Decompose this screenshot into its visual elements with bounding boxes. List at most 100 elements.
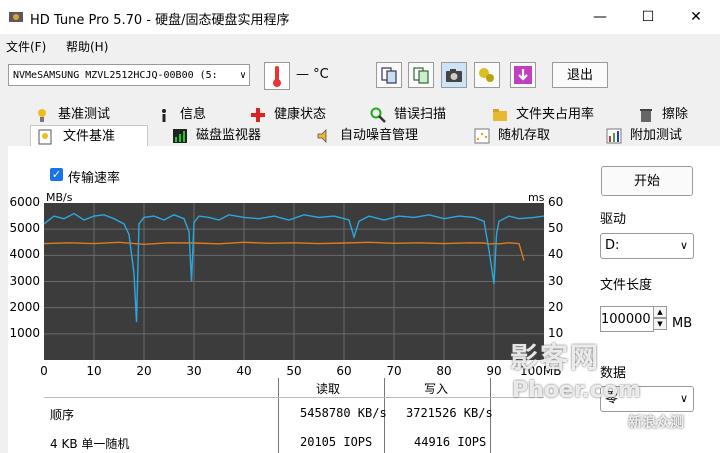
app-icon xyxy=(9,12,23,22)
x-tick: 20 xyxy=(136,364,152,378)
drive-combo[interactable]: D: ∨ xyxy=(600,233,694,259)
x-tick: 50 xyxy=(286,364,302,378)
x-tick: 60 xyxy=(336,364,352,378)
file-length-input[interactable]: 100000 xyxy=(600,306,654,332)
tab-file-benchmark[interactable]: 文件基准 xyxy=(30,125,148,147)
tab-disk-monitor[interactable]: 磁盘监视器 xyxy=(172,125,282,147)
x-tick: 90 xyxy=(486,364,502,378)
tab-health[interactable]: 健康状态 xyxy=(250,104,360,126)
y-right-tick: 20 xyxy=(548,299,564,314)
disk-monitor-icon xyxy=(173,129,187,143)
tab-error-scan-label: 错误扫描 xyxy=(394,107,447,122)
copy-text-button[interactable] xyxy=(408,62,434,88)
chevron-down-icon: ∨ xyxy=(679,392,688,405)
tab-aam[interactable]: 自动噪音管理 xyxy=(316,125,446,147)
file-length-unit: MB xyxy=(672,316,693,331)
extra-tests-icon xyxy=(606,128,622,144)
tab-folder-usage[interactable]: 文件夹占用率 xyxy=(492,104,612,126)
close-button[interactable]: ✕ xyxy=(676,6,716,28)
x-tick: 30 xyxy=(186,364,202,378)
title-bar: HD Tune Pro 5.70 - 硬盘/固态硬盘实用程序 — ☐ ✕ xyxy=(0,0,720,34)
tabs-row-2: 文件基准 磁盘监视器 自动噪音管理 随机存取 附加测试 xyxy=(0,125,720,147)
x-tick: 40 xyxy=(236,364,252,378)
y-right-tick: 30 xyxy=(548,273,564,288)
copy-text-icon xyxy=(413,67,429,84)
drive-combo-value: D: xyxy=(605,238,620,253)
screenshot-button[interactable] xyxy=(441,62,467,88)
menu-help[interactable]: 帮助(H) xyxy=(66,38,108,55)
menu-file[interactable]: 文件(F) xyxy=(6,38,46,55)
y-left-tick: 2000 xyxy=(9,299,40,314)
header-divider xyxy=(44,397,544,398)
y-right-tick: 50 xyxy=(548,221,564,236)
tab-health-label: 健康状态 xyxy=(274,107,327,122)
temperature-readout: — °C xyxy=(296,67,329,82)
y-left-tick: 5000 xyxy=(9,221,40,236)
health-icon xyxy=(251,108,265,122)
copy-icon xyxy=(381,67,397,84)
tab-extra-tests[interactable]: 附加测试 xyxy=(606,125,716,147)
error-scan-icon xyxy=(370,107,386,123)
menu-bar: 文件(F) 帮助(H) xyxy=(0,34,720,56)
options-button[interactable] xyxy=(474,62,500,88)
tab-erase[interactable]: 擦除 xyxy=(638,104,714,126)
file-length-label: 文件长度 xyxy=(600,278,653,293)
minimize-button[interactable]: — xyxy=(580,6,620,28)
col-write-header: 写入 xyxy=(424,382,449,396)
column-divider xyxy=(278,378,279,453)
tab-aam-label: 自动噪音管理 xyxy=(340,128,419,143)
watermark-url: Phoer.com xyxy=(512,378,641,403)
start-button[interactable]: 开始 xyxy=(601,166,693,196)
file-length-stepper[interactable]: ▲ ▼ xyxy=(653,306,667,332)
x-tick: 80 xyxy=(436,364,452,378)
transfer-rate-checkbox[interactable]: ✓ xyxy=(50,168,63,181)
spin-up-icon[interactable]: ▲ xyxy=(653,306,667,318)
watermark-badge: 新浪众测 xyxy=(628,415,684,431)
tab-random-access-label: 随机存取 xyxy=(498,128,551,143)
y-left-tick: 4000 xyxy=(9,247,40,262)
tab-disk-monitor-label: 磁盘监视器 xyxy=(196,128,262,143)
row-sequential-label: 顺序 xyxy=(50,408,75,422)
access-time-series xyxy=(43,241,525,261)
chevron-down-icon: ∨ xyxy=(679,239,688,252)
options-icon xyxy=(479,68,494,82)
y-left-tick: 1000 xyxy=(9,325,40,340)
col-read-header: 读取 xyxy=(316,382,341,396)
drive-select[interactable]: NVMeSAMSUNG MZVL2512HCJQ-00B00 (5: ∨ xyxy=(8,64,250,86)
erase-icon xyxy=(640,109,652,122)
exit-button[interactable]: 退出 xyxy=(552,62,608,88)
tab-extra-tests-label: 附加测试 xyxy=(630,128,683,143)
chevron-down-icon: ∨ xyxy=(239,70,246,81)
tab-folder-usage-label: 文件夹占用率 xyxy=(516,107,595,122)
thermometer-icon xyxy=(264,62,290,90)
spin-down-icon[interactable]: ▼ xyxy=(653,318,667,330)
window-title: HD Tune Pro 5.70 - 硬盘/固态硬盘实用程序 xyxy=(30,13,290,28)
tab-info[interactable]: 信息 xyxy=(156,104,246,126)
row-4k-label: 4 KB 单一随机 xyxy=(50,437,130,451)
y-right-tick: 40 xyxy=(548,247,564,262)
maximize-button[interactable]: ☐ xyxy=(628,6,668,28)
row-sequential-write: 3721526 KB/s xyxy=(406,406,493,420)
x-tick: 10 xyxy=(86,364,102,378)
transfer-chart xyxy=(43,203,545,360)
camera-icon xyxy=(446,69,462,82)
save-button[interactable] xyxy=(510,62,536,88)
toolbar: NVMeSAMSUNG MZVL2512HCJQ-00B00 (5: ∨ — °… xyxy=(0,56,720,96)
row-4k-write: 44916 IOPS xyxy=(414,435,487,449)
tab-random-access[interactable]: 随机存取 xyxy=(474,125,584,147)
copy-button[interactable] xyxy=(376,62,402,88)
drive-label: 驱动 xyxy=(600,212,627,227)
speaker-icon xyxy=(317,129,327,143)
tab-file-benchmark-label: 文件基准 xyxy=(63,129,116,144)
y-left-tick: 6000 xyxy=(9,195,40,209)
y-right-tick: 60 xyxy=(548,195,564,209)
tabs-row-1: 基准测试 信息 健康状态 错误扫描 文件夹占用率 擦除 xyxy=(0,104,720,126)
row-4k-read: 20105 IOPS xyxy=(300,435,373,449)
tab-error-scan[interactable]: 错误扫描 xyxy=(370,104,480,126)
tab-benchmark[interactable]: 基准测试 xyxy=(34,104,144,126)
info-icon xyxy=(162,109,166,122)
save-icon xyxy=(514,66,532,84)
random-access-icon xyxy=(474,128,490,144)
folder-icon xyxy=(493,109,507,121)
transfer-rate-label: 传输速率 xyxy=(68,171,121,186)
